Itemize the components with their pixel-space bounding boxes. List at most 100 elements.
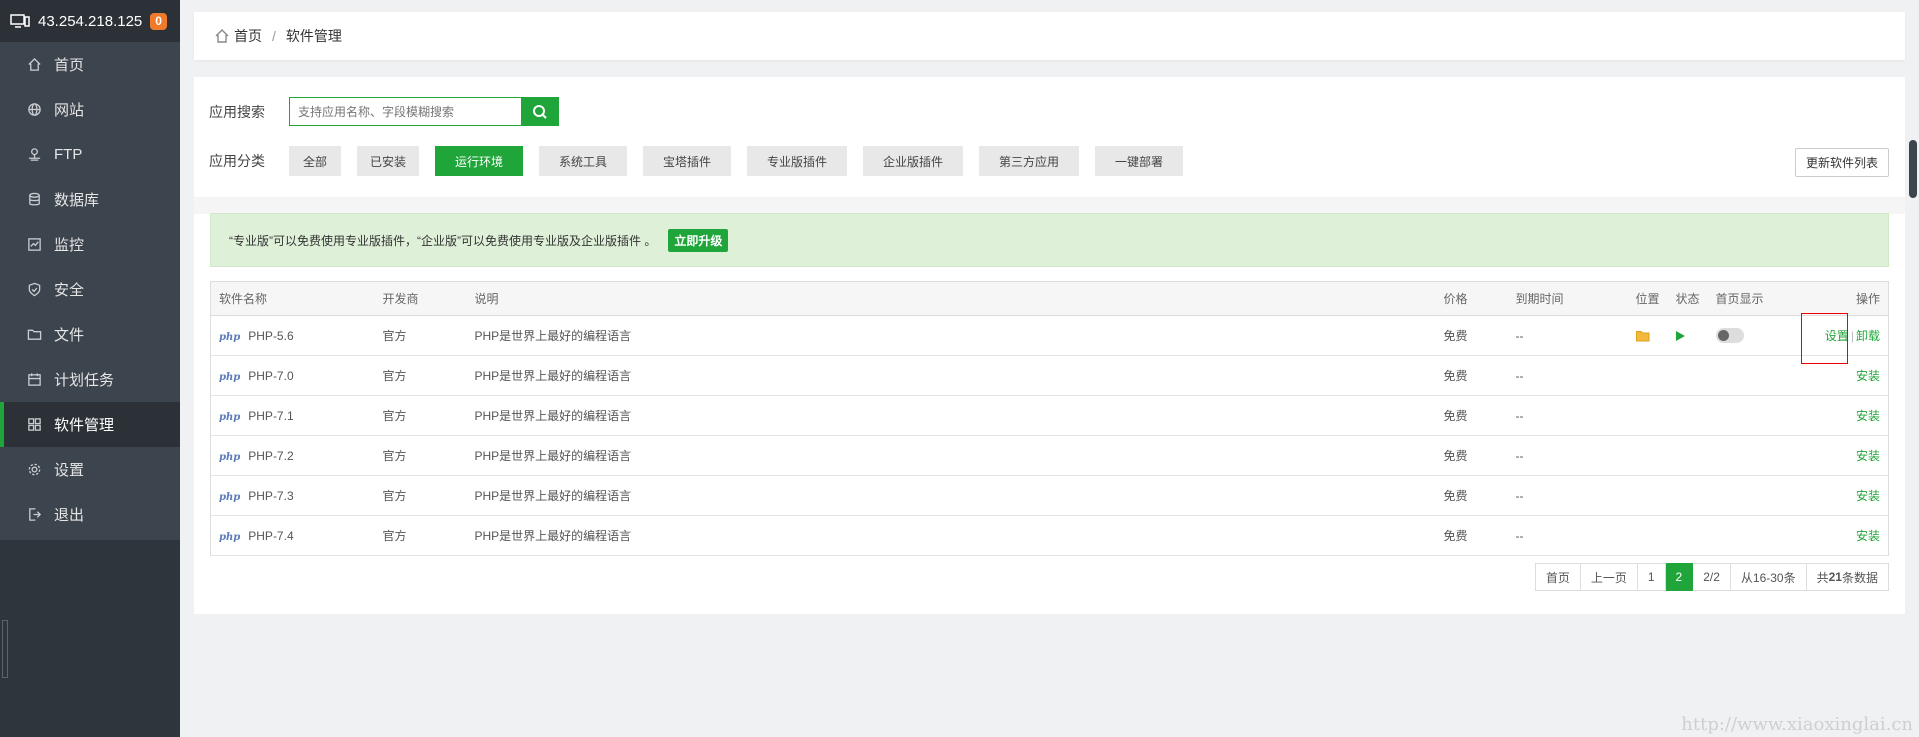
software-developer: 官方 xyxy=(374,355,467,396)
home-icon xyxy=(215,29,229,43)
category-installed[interactable]: 已安装 xyxy=(357,146,419,176)
software-expire: -- xyxy=(1507,435,1628,476)
settings-link[interactable]: 设置 xyxy=(1825,329,1849,343)
homepage-display-toggle[interactable] xyxy=(1715,328,1744,344)
page-2-current[interactable]: 2 xyxy=(1665,563,1694,591)
update-software-list-button[interactable]: 更新软件列表 xyxy=(1795,148,1889,177)
sidebar-item-security[interactable]: 安全 xyxy=(0,267,180,312)
software-name: PHP-7.3 xyxy=(248,488,294,503)
sidebar-item-database[interactable]: 数据库 xyxy=(0,177,180,222)
page-scrollbar[interactable] xyxy=(1909,140,1917,198)
software-description: PHP是世界上最好的编程语言 xyxy=(466,515,1436,556)
folder-icon xyxy=(27,329,42,340)
table-row: php PHP-7.2 官方 PHP是世界上最好的编程语言 免费 -- 安装 xyxy=(210,435,1889,476)
category-enterprise-plugins[interactable]: 企业版插件 xyxy=(863,146,963,176)
logout-icon xyxy=(29,508,42,521)
col-homepage-display: 首页显示 xyxy=(1707,281,1798,316)
monitor-devices-icon xyxy=(10,14,30,28)
install-link[interactable]: 安装 xyxy=(1856,409,1880,423)
shield-icon xyxy=(28,282,41,297)
install-link[interactable]: 安装 xyxy=(1856,529,1880,543)
home-icon xyxy=(28,57,41,71)
pagination: 首页 上一页 1 2 2/2 从16-30条 共 21 条数据 xyxy=(1534,563,1889,591)
section-divider xyxy=(194,197,1905,214)
sidebar-item-label: 文件 xyxy=(54,327,85,344)
gear-icon xyxy=(28,463,41,476)
install-link[interactable]: 安装 xyxy=(1856,449,1880,463)
server-ip: 43.254.218.125 xyxy=(38,12,143,30)
page-range: 从16-30条 xyxy=(1730,563,1807,591)
sidebar-item-monitor[interactable]: 监控 xyxy=(0,222,180,267)
server-header[interactable]: 43.254.218.125 0 xyxy=(0,0,180,42)
breadcrumb: 首页 / 软件管理 xyxy=(194,12,1905,60)
sidebar-item-logout[interactable]: 退出 xyxy=(0,492,180,537)
php-logo-icon: php xyxy=(219,411,241,423)
col-expire: 到期时间 xyxy=(1507,281,1628,316)
search-input[interactable] xyxy=(289,97,521,126)
table-row: php PHP-5.6 官方 PHP是世界上最好的编程语言 免费 -- 设置 | 卸载 xyxy=(210,315,1889,356)
install-link[interactable]: 安装 xyxy=(1856,489,1880,503)
software-price: 免费 xyxy=(1435,515,1508,556)
software-description: PHP是世界上最好的编程语言 xyxy=(466,435,1436,476)
software-price: 免费 xyxy=(1435,475,1508,516)
software-expire: -- xyxy=(1507,395,1628,436)
notification-badge[interactable]: 0 xyxy=(150,12,167,30)
sidebar-item-files[interactable]: 文件 xyxy=(0,312,180,357)
upgrade-now-button[interactable]: 立即升级 xyxy=(668,228,729,252)
sidebar-item-label: 安全 xyxy=(54,282,85,299)
sidebar-item-software[interactable]: 软件管理 xyxy=(0,402,180,447)
sidebar-item-home[interactable]: 首页 xyxy=(0,42,180,87)
software-name: PHP-7.2 xyxy=(248,448,294,463)
search-icon xyxy=(533,104,547,119)
software-description: PHP是世界上最好的编程语言 xyxy=(466,395,1436,436)
sidebar-footer xyxy=(0,540,180,737)
col-price: 价格 xyxy=(1435,281,1508,316)
uninstall-link[interactable]: 卸载 xyxy=(1856,329,1880,343)
search-button[interactable] xyxy=(521,97,559,126)
sidebar-item-website[interactable]: 网站 xyxy=(0,87,180,132)
software-developer: 官方 xyxy=(374,315,467,356)
php-logo-icon: php xyxy=(219,451,241,463)
ftp-icon xyxy=(28,148,41,161)
install-link[interactable]: 安装 xyxy=(1856,369,1880,383)
category-system-tools[interactable]: 系统工具 xyxy=(539,146,627,176)
category-bt-plugins[interactable]: 宝塔插件 xyxy=(643,146,731,176)
table-row: php PHP-7.0 官方 PHP是世界上最好的编程语言 免费 -- 安装 xyxy=(210,355,1889,396)
category-third-party[interactable]: 第三方应用 xyxy=(979,146,1079,176)
sidebar-item-label: 监控 xyxy=(54,237,85,254)
col-developer: 开发商 xyxy=(374,281,467,316)
sidebar-item-ftp[interactable]: FTP xyxy=(0,132,180,177)
category-pro-plugins[interactable]: 专业版插件 xyxy=(747,146,847,176)
sidebar-item-settings[interactable]: 设置 xyxy=(0,447,180,492)
php-logo-icon: php xyxy=(219,371,241,383)
php-logo-icon: php xyxy=(219,491,241,503)
category-all[interactable]: 全部 xyxy=(289,146,341,176)
search-row: 应用搜索 xyxy=(209,97,559,126)
software-name: PHP-7.1 xyxy=(248,408,294,423)
grid-icon xyxy=(28,418,41,431)
page-total-count: 共 21 条数据 xyxy=(1806,563,1889,591)
software-price: 免费 xyxy=(1435,435,1508,476)
software-expire: -- xyxy=(1507,475,1628,516)
software-developer: 官方 xyxy=(374,475,467,516)
open-folder-icon[interactable] xyxy=(1635,330,1651,342)
table-row: php PHP-7.1 官方 PHP是世界上最好的编程语言 免费 -- 安装 xyxy=(210,395,1889,436)
breadcrumb-home[interactable]: 首页 xyxy=(234,26,262,46)
watermark: http://www.xiaoxinglai.cn xyxy=(1681,714,1913,735)
software-name: PHP-5.6 xyxy=(248,328,294,343)
col-name: 软件名称 xyxy=(210,281,375,316)
sidebar-scrollbar[interactable] xyxy=(2,620,8,678)
category-one-click-deploy[interactable]: 一键部署 xyxy=(1095,146,1183,176)
software-price: 免费 xyxy=(1435,395,1508,436)
category-runtime[interactable]: 运行环境 xyxy=(435,146,523,176)
page-1[interactable]: 1 xyxy=(1637,563,1666,591)
play-icon[interactable] xyxy=(1675,331,1685,342)
page-prev[interactable]: 上一页 xyxy=(1580,563,1638,591)
software-panel: 应用搜索 应用分类 全部 已安装 运行环境 系统工具 宝塔插件 专业版插件 企业… xyxy=(194,77,1905,614)
page-first[interactable]: 首页 xyxy=(1534,563,1581,591)
upgrade-notice: “专业版”可以免费使用专业版插件，“企业版”可以免费使用专业版及企业版插件 。 … xyxy=(210,213,1889,267)
software-description: PHP是世界上最好的编程语言 xyxy=(466,315,1436,356)
sidebar-item-cron[interactable]: 计划任务 xyxy=(0,357,180,402)
monitor-icon xyxy=(28,238,41,251)
database-icon xyxy=(29,192,40,206)
